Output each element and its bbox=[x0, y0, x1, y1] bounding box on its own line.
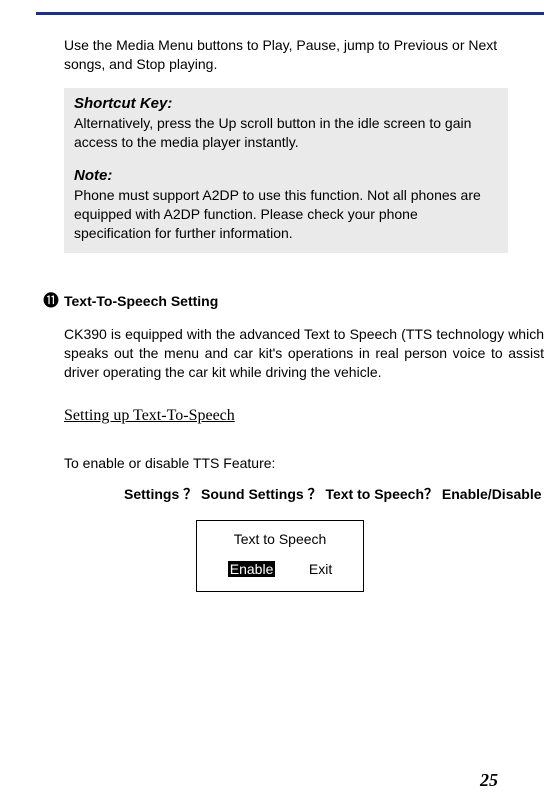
enable-button[interactable]: Enable bbox=[228, 561, 276, 577]
setup-subheading: Setting up Text-To-Speech bbox=[64, 407, 544, 425]
path-sound-settings: Sound Settings bbox=[201, 486, 304, 502]
path-sep: ？ bbox=[183, 486, 197, 502]
page-content: Use the Media Menu buttons to Play, Paus… bbox=[0, 0, 544, 592]
tts-paragraph: CK390 is equipped with the advanced Text… bbox=[64, 325, 544, 382]
device-screen: Text to Speech Enable Exit bbox=[196, 520, 364, 592]
shortcut-heading: Shortcut Key: bbox=[74, 94, 498, 114]
note-text: Phone must support A2DP to use this func… bbox=[74, 186, 498, 243]
enable-intro: To enable or disable TTS Feature: bbox=[64, 455, 544, 471]
device-button-row: Enable Exit bbox=[197, 561, 363, 577]
shortcut-text: Alternatively, press the Up scroll butto… bbox=[74, 114, 498, 152]
tts-heading: Text-To-Speech Setting bbox=[64, 293, 218, 309]
note-heading: Note: bbox=[74, 166, 498, 186]
info-box: Shortcut Key: Alternatively, press the U… bbox=[64, 88, 508, 253]
intro-paragraph: Use the Media Menu buttons to Play, Paus… bbox=[64, 36, 514, 74]
header-rule bbox=[36, 12, 544, 15]
device-title: Text to Speech bbox=[197, 531, 363, 547]
exit-button[interactable]: Exit bbox=[309, 561, 332, 577]
page-number: 25 bbox=[480, 770, 498, 791]
bullet-icon: ⓫ bbox=[38, 287, 64, 311]
menu-path: Settings ？ Sound Settings ？ Text to Spee… bbox=[124, 485, 544, 504]
path-text-to-speech: Text to Speech bbox=[325, 486, 424, 502]
path-enable-disable: Enable/Disable bbox=[442, 486, 542, 502]
path-sep3: ？ bbox=[424, 486, 438, 502]
path-sep2: ？ bbox=[308, 486, 322, 502]
section-heading-row: ⓫ Text-To-Speech Setting bbox=[38, 287, 544, 311]
path-settings: Settings bbox=[124, 486, 179, 502]
